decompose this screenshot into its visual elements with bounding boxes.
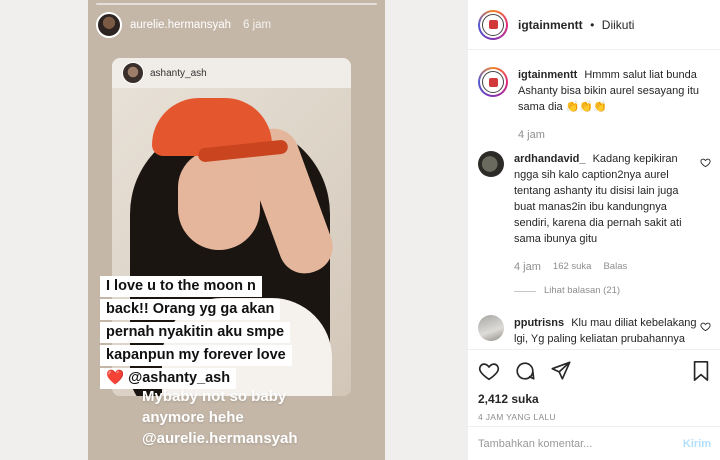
post-comment-button[interactable]: Kirim <box>683 438 711 450</box>
comment-like-icon[interactable] <box>700 321 711 332</box>
view-replies[interactable]: Lihat balasan (21) <box>514 283 699 299</box>
tagline-line: anymore hehe <box>142 409 244 426</box>
tagline-line: @aurelie.hermansyah <box>142 430 298 447</box>
reshared-story-header: ashanty_ash <box>112 58 351 88</box>
commenter-avatar[interactable] <box>478 315 504 341</box>
media-panel: aurelie.hermansyah 6 jam ashanty_ash I l… <box>0 0 467 460</box>
bookmark-icon[interactable] <box>691 360 711 382</box>
comments-list[interactable]: igtainmentt Hmmm salut liat bunda Ashant… <box>468 51 720 349</box>
comment-username[interactable]: igtainmentt <box>518 69 577 81</box>
view-replies-label[interactable]: Lihat balasan (21) <box>544 283 620 299</box>
follow-status[interactable]: Diikuti <box>602 18 635 32</box>
comment-item: ardhandavid_ Kadang kepikiran ngga sih k… <box>478 151 711 299</box>
comment-input[interactable] <box>478 437 683 450</box>
photo-face <box>178 150 260 250</box>
story-avatar <box>96 12 122 38</box>
post-time[interactable]: 4 JAM YANG LALU <box>478 412 711 422</box>
comment-meta: 4 jam <box>518 127 699 143</box>
reply-button[interactable]: Balas <box>603 259 627 275</box>
post-username[interactable]: igtainmentt <box>518 18 583 32</box>
reshared-username: ashanty_ash <box>150 67 207 79</box>
story-progress-bar <box>96 3 377 5</box>
caption-avatar[interactable] <box>478 67 508 97</box>
comment-likes[interactable]: 162 suka <box>553 259 592 275</box>
replies-dash <box>514 290 536 292</box>
caption-line: back!! Orang yg ga akan <box>100 299 281 320</box>
comment-icon[interactable] <box>514 360 536 382</box>
story-caption: I love u to the moon n back!! Orang yg g… <box>100 276 358 391</box>
share-icon[interactable] <box>550 360 572 382</box>
comment-time: 4 jam <box>518 129 545 141</box>
comment-body: pputrisns Klu mau diliat kebelakang lgi,… <box>514 315 711 349</box>
caption-body: igtainmentt Hmmm salut liat bunda Ashant… <box>518 67 711 143</box>
caption-line: kapanpun my forever love <box>100 345 292 366</box>
comment-item: pputrisns Klu mau diliat kebelakang lgi,… <box>478 315 711 349</box>
action-icons <box>478 358 711 384</box>
heart-icon[interactable] <box>478 360 500 382</box>
comment-like-icon[interactable] <box>700 157 711 168</box>
instagram-post-view: aurelie.hermansyah 6 jam ashanty_ash I l… <box>0 0 720 460</box>
commenter-avatar[interactable] <box>478 151 504 177</box>
post-sidebar: igtainmentt • Diikuti igtainmentt Hmmm s… <box>467 0 720 460</box>
likes-count[interactable]: 2,412 suka <box>478 392 711 406</box>
post-header-text: igtainmentt • Diikuti <box>518 16 634 34</box>
tagline-line: Mybaby not so baby <box>142 388 287 405</box>
comment-body: ardhandavid_ Kadang kepikiran ngga sih k… <box>514 151 711 299</box>
header-separator: • <box>590 17 595 32</box>
story-time: 6 jam <box>243 19 272 31</box>
comment-time: 4 jam <box>514 261 541 273</box>
story-tagline: Mybaby not so baby anymore hehe @aurelie… <box>142 386 382 449</box>
story-header: aurelie.hermansyah 6 jam <box>96 10 271 40</box>
comment-username[interactable]: ardhandavid_ <box>514 153 586 165</box>
post-header: igtainmentt • Diikuti <box>468 0 720 50</box>
comment-text: Kadang kepikiran ngga sih kalo caption2n… <box>514 153 682 245</box>
caption-line: pernah nyakitin aku smpe <box>100 322 291 343</box>
story-username: aurelie.hermansyah <box>130 19 232 31</box>
add-comment-bar: Kirim <box>468 426 720 460</box>
comment-meta: 4 jam 162 suka Balas <box>514 259 699 275</box>
post-actions: 2,412 suka 4 JAM YANG LALU <box>468 349 720 422</box>
reshared-avatar <box>122 62 144 84</box>
comment-username[interactable]: pputrisns <box>514 317 564 329</box>
caption-line: I love u to the moon n <box>100 276 262 297</box>
profile-avatar[interactable] <box>478 9 508 40</box>
caption-comment: igtainmentt Hmmm salut liat bunda Ashant… <box>478 67 711 143</box>
